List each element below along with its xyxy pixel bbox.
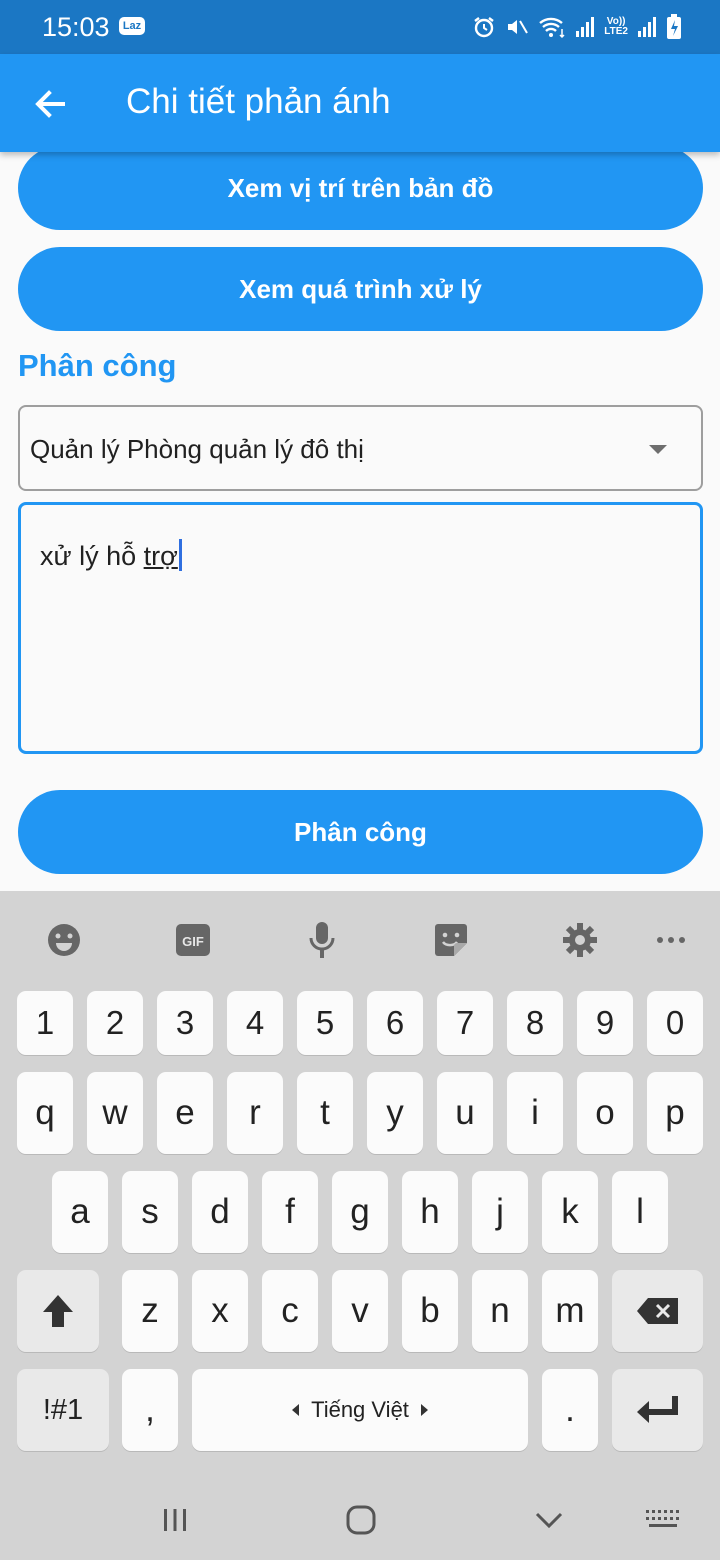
mute-icon xyxy=(505,15,529,39)
shift-key[interactable] xyxy=(17,1270,99,1352)
backspace-icon xyxy=(636,1298,678,1324)
symbols-key[interactable]: !#1 xyxy=(17,1369,109,1451)
key-6[interactable]: 6 xyxy=(367,991,423,1055)
system-nav-bar xyxy=(0,1478,720,1560)
key-0[interactable]: 0 xyxy=(647,991,703,1055)
wifi-icon xyxy=(538,15,566,39)
key-y[interactable]: y xyxy=(367,1072,423,1154)
key-v[interactable]: v xyxy=(332,1270,388,1352)
key-g[interactable]: g xyxy=(332,1171,388,1253)
key-i[interactable]: i xyxy=(507,1072,563,1154)
key-1[interactable]: 1 xyxy=(17,991,73,1055)
notification-badge: Laz xyxy=(119,17,145,35)
key-c[interactable]: c xyxy=(262,1270,318,1352)
key-l[interactable]: l xyxy=(612,1171,668,1253)
assignee-dropdown[interactable]: Quản lý Phòng quản lý đô thị xyxy=(18,405,703,491)
key-n[interactable]: n xyxy=(472,1270,528,1352)
signal-icon-2 xyxy=(637,16,657,38)
keyboard-icon[interactable] xyxy=(643,1502,683,1538)
shift-arrow-icon xyxy=(43,1295,73,1327)
key-s[interactable]: s xyxy=(122,1171,178,1253)
key-j[interactable]: j xyxy=(472,1171,528,1253)
enter-icon xyxy=(636,1396,678,1423)
key-h[interactable]: h xyxy=(402,1171,458,1253)
space-language-label: Tiếng Việt xyxy=(311,1397,409,1422)
assign-submit-button[interactable]: Phân công xyxy=(18,790,703,874)
key-8[interactable]: 8 xyxy=(507,991,563,1055)
battery-charging-icon xyxy=(666,14,682,40)
volte-bottom-label: LTE2 xyxy=(604,26,628,37)
microphone-icon[interactable] xyxy=(301,919,343,961)
space-key[interactable]: Tiếng Việt xyxy=(192,1369,528,1451)
enter-key[interactable] xyxy=(612,1369,703,1451)
section-title: Phân công xyxy=(18,348,177,383)
language-next-icon xyxy=(420,1404,428,1416)
status-bar: 15:03 Laz Vo)) LTE2 xyxy=(0,0,720,54)
arrow-left-icon[interactable] xyxy=(30,84,70,124)
dropdown-arrow-icon xyxy=(649,445,667,454)
keyboard: GIF 1 2 3 4 5 6 7 8 9 0 q w e r t y u i … xyxy=(0,891,720,1560)
period-key[interactable]: . xyxy=(542,1369,598,1451)
signal-icon xyxy=(575,16,595,38)
key-q[interactable]: q xyxy=(17,1072,73,1154)
gif-icon[interactable]: GIF xyxy=(172,919,214,961)
key-k[interactable]: k xyxy=(542,1171,598,1253)
view-process-button[interactable]: Xem quá trình xử lý xyxy=(18,247,703,331)
key-7[interactable]: 7 xyxy=(437,991,493,1055)
key-w[interactable]: w xyxy=(87,1072,143,1154)
settings-icon[interactable] xyxy=(559,919,601,961)
status-icons: Vo)) LTE2 xyxy=(472,12,682,42)
alarm-icon xyxy=(472,15,496,39)
dropdown-value: Quản lý Phòng quản lý đô thị xyxy=(30,434,364,464)
key-b[interactable]: b xyxy=(402,1270,458,1352)
key-2[interactable]: 2 xyxy=(87,991,143,1055)
key-3[interactable]: 3 xyxy=(157,991,213,1055)
key-p[interactable]: p xyxy=(647,1072,703,1154)
clock: 15:03 xyxy=(42,12,110,42)
key-z[interactable]: z xyxy=(122,1270,178,1352)
backspace-key[interactable] xyxy=(612,1270,703,1352)
home-icon[interactable] xyxy=(341,1502,381,1538)
key-o[interactable]: o xyxy=(577,1072,633,1154)
language-prev-icon xyxy=(292,1404,300,1416)
app-bar: Chi tiết phản ánh xyxy=(0,54,720,152)
gif-label: GIF xyxy=(182,934,204,949)
key-m[interactable]: m xyxy=(542,1270,598,1352)
key-r[interactable]: r xyxy=(227,1072,283,1154)
note-textarea[interactable]: xử lý hỗ trợ xyxy=(18,502,703,754)
text-cursor xyxy=(178,539,182,571)
emoji-icon[interactable] xyxy=(43,919,85,961)
more-icon[interactable] xyxy=(650,919,692,961)
key-t[interactable]: t xyxy=(297,1072,353,1154)
key-4[interactable]: 4 xyxy=(227,991,283,1055)
key-a[interactable]: a xyxy=(52,1171,108,1253)
key-x[interactable]: x xyxy=(192,1270,248,1352)
view-map-button[interactable]: Xem vị trí trên bản đồ xyxy=(18,152,703,230)
note-text-composing: trợ xyxy=(143,541,178,571)
volte-icon: Vo)) LTE2 xyxy=(604,17,628,37)
detail-content: Xem vị trí trên bản đồ Xem quá trình xử … xyxy=(0,152,720,891)
key-5[interactable]: 5 xyxy=(297,991,353,1055)
recents-icon[interactable] xyxy=(155,1502,195,1538)
key-f[interactable]: f xyxy=(262,1171,318,1253)
back-chevron-icon[interactable] xyxy=(529,1502,569,1538)
key-u[interactable]: u xyxy=(437,1072,493,1154)
page-title: Chi tiết phản ánh xyxy=(126,82,391,121)
key-e[interactable]: e xyxy=(157,1072,213,1154)
key-9[interactable]: 9 xyxy=(577,991,633,1055)
keyboard-toolbar: GIF xyxy=(0,891,720,989)
comma-key[interactable]: , xyxy=(122,1369,178,1451)
key-d[interactable]: d xyxy=(192,1171,248,1253)
note-text-plain: xử lý hỗ xyxy=(40,541,144,571)
note-text: xử lý hỗ trợ xyxy=(40,539,182,572)
sticker-icon[interactable] xyxy=(430,919,472,961)
